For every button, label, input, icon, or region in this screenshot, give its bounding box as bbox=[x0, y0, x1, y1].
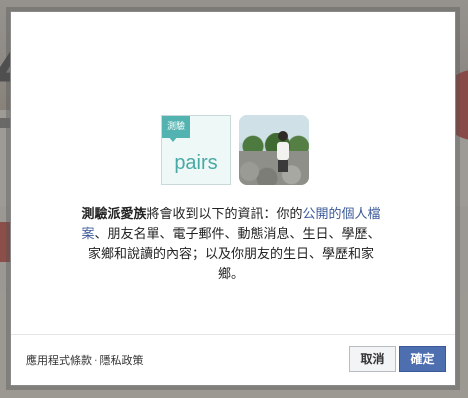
app-terms-link[interactable]: 應用程式條款 bbox=[26, 354, 92, 367]
privacy-policy-link[interactable]: 隱私政策 bbox=[100, 354, 144, 367]
user-profile-photo bbox=[239, 115, 309, 185]
permission-details-text: 、朋友名單、電子郵件、動態消息、生日、學歷、家鄉和說讀的內容；以及你朋友的生日、… bbox=[87, 227, 381, 282]
app-name: 測驗派愛族 bbox=[81, 207, 147, 222]
app-icon: 測驗 pairs bbox=[161, 115, 231, 185]
photo-person bbox=[277, 131, 289, 172]
permission-dialog: 測驗 pairs 測驗派愛族將會收到以下的資訊：你的公開的個人檔案、朋友名單、電… bbox=[10, 11, 456, 386]
confirm-button[interactable]: 確定 bbox=[399, 346, 446, 372]
badge-tail bbox=[168, 136, 178, 142]
dialog-footer: 應用程式條款 · 隱私政策 取消 確定 bbox=[11, 334, 455, 385]
footer-separator: · bbox=[94, 354, 98, 367]
person-torso bbox=[277, 142, 289, 160]
footer-links: 應用程式條款 · 隱私政策 bbox=[26, 352, 144, 368]
app-and-user-images: 測驗 pairs bbox=[161, 115, 309, 185]
person-legs bbox=[278, 160, 288, 172]
app-brand-logo: pairs bbox=[174, 152, 218, 174]
permission-lead-text: 將會收到以下的資訊：你的 bbox=[146, 207, 303, 222]
permission-description: 測驗派愛族將會收到以下的資訊：你的公開的個人檔案、朋友名單、電子郵件、動態消息、… bbox=[81, 205, 381, 285]
photo-rocks bbox=[239, 151, 309, 185]
dialog-body: 測驗 pairs 測驗派愛族將會收到以下的資訊：你的公開的個人檔案、朋友名單、電… bbox=[11, 12, 455, 337]
person-head bbox=[278, 131, 288, 141]
app-badge: 測驗 bbox=[162, 116, 190, 138]
cancel-button[interactable]: 取消 bbox=[349, 346, 396, 372]
